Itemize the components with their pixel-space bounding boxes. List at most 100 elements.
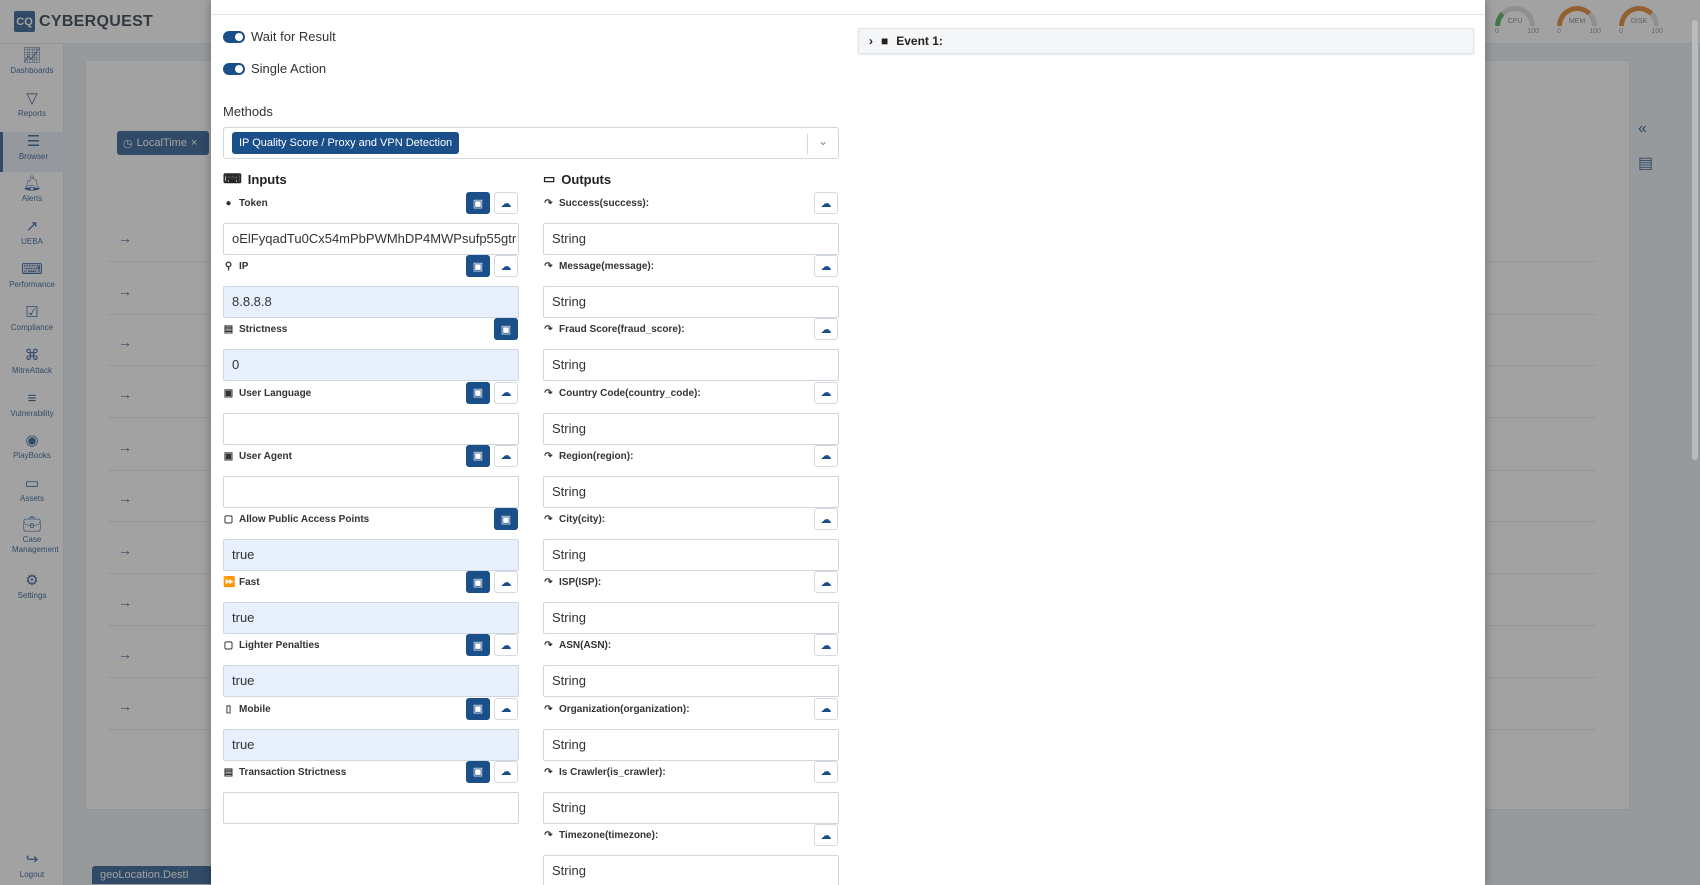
event-panel[interactable]: › ■ Event 1: bbox=[858, 28, 1474, 54]
output-field[interactable]: String bbox=[543, 665, 839, 698]
input-field[interactable]: true bbox=[223, 539, 519, 571]
camera-icon: ▣ bbox=[472, 639, 484, 652]
method-tag[interactable]: IP Quality Score / Proxy and VPN Detecti… bbox=[232, 132, 460, 154]
cloud-icon: ☁ bbox=[500, 387, 512, 400]
methods-select[interactable]: IP Quality Score / Proxy and VPN Detecti… bbox=[223, 127, 839, 159]
cloud-icon: ☁ bbox=[820, 513, 832, 526]
cloud-icon: ☁ bbox=[820, 197, 832, 210]
input-field[interactable] bbox=[223, 791, 519, 824]
camera-button[interactable]: ▣ bbox=[466, 381, 490, 404]
camera-button[interactable]: ▣ bbox=[494, 508, 518, 530]
output-field[interactable]: String bbox=[543, 728, 839, 761]
cloud-button[interactable]: ☁ bbox=[814, 508, 838, 530]
output-field[interactable]: String bbox=[543, 475, 839, 508]
output-label: ↷ Is Crawler(is_crawler): bbox=[544, 766, 666, 778]
camera-icon: ▣ bbox=[472, 766, 484, 779]
cloud-icon: ☁ bbox=[500, 639, 512, 652]
output-field[interactable]: String bbox=[543, 855, 839, 885]
input-label: ▣ User Language bbox=[223, 387, 312, 399]
camera-button[interactable]: ▣ bbox=[466, 634, 490, 657]
cloud-button[interactable]: ☁ bbox=[494, 571, 518, 594]
input-field[interactable]: true bbox=[223, 665, 519, 698]
cloud-icon: ☁ bbox=[500, 766, 512, 779]
link-icon: ↷ bbox=[544, 830, 553, 841]
input-label: ▤ Transaction Strictness bbox=[223, 766, 347, 778]
output-field[interactable]: String bbox=[543, 791, 839, 824]
cloud-button[interactable]: ☁ bbox=[814, 824, 838, 846]
input-field[interactable] bbox=[223, 412, 519, 445]
single-action-toggle[interactable]: Single Action bbox=[223, 61, 326, 76]
cloud-button[interactable]: ☁ bbox=[814, 192, 838, 214]
camera-button[interactable]: ▣ bbox=[466, 760, 490, 783]
camera-button[interactable]: ▣ bbox=[466, 444, 490, 467]
input-label: ▯ Mobile bbox=[223, 704, 271, 715]
camera-icon: ▣ bbox=[500, 323, 512, 336]
output-label: ↷ City(city): bbox=[544, 514, 606, 525]
chevron-right-icon[interactable]: › bbox=[869, 34, 873, 48]
chevron-down-icon[interactable]: ⌄ bbox=[818, 134, 828, 148]
input-field[interactable]: 0 bbox=[223, 349, 519, 382]
output-field[interactable]: String bbox=[543, 223, 839, 255]
cloud-icon: ☁ bbox=[820, 639, 832, 652]
cloud-button[interactable]: ☁ bbox=[494, 444, 518, 467]
camera-button[interactable]: ▣ bbox=[466, 697, 490, 720]
cloud-button[interactable]: ☁ bbox=[814, 760, 838, 783]
cloud-button[interactable]: ☁ bbox=[814, 255, 838, 278]
toggle-switch[interactable] bbox=[223, 62, 245, 75]
input-label: ▣ User Agent bbox=[223, 450, 292, 462]
link-icon: ↷ bbox=[544, 703, 553, 715]
cloud-button[interactable]: ☁ bbox=[494, 697, 518, 720]
cloud-button[interactable]: ☁ bbox=[814, 697, 838, 720]
cloud-button[interactable]: ☁ bbox=[814, 634, 838, 657]
cloud-button[interactable]: ☁ bbox=[494, 760, 518, 783]
cloud-button[interactable]: ☁ bbox=[494, 381, 518, 404]
output-field[interactable]: String bbox=[543, 539, 839, 571]
input-label: ⚲ IP bbox=[224, 261, 249, 273]
cloud-button[interactable]: ☁ bbox=[494, 634, 518, 657]
camera-button[interactable]: ▣ bbox=[494, 318, 518, 341]
methods-label: Methods bbox=[223, 104, 273, 119]
cloud-icon: ☁ bbox=[500, 450, 512, 463]
checkbox-icon: ▢ bbox=[223, 640, 234, 652]
output-field[interactable]: String bbox=[543, 412, 839, 445]
wait-for-result-toggle[interactable]: Wait for Result bbox=[223, 29, 336, 44]
user-circle-icon: ● bbox=[225, 198, 232, 209]
cloud-icon: ☁ bbox=[820, 387, 832, 400]
cloud-button[interactable]: ☁ bbox=[494, 255, 518, 278]
cloud-button[interactable]: ☁ bbox=[814, 444, 838, 467]
lock-icon: ▢ bbox=[223, 514, 234, 525]
cloud-button[interactable]: ☁ bbox=[814, 318, 838, 341]
action-modal: Wait for Result Single Action Methods IP… bbox=[211, 0, 1485, 885]
output-label: ↷ Success(success): bbox=[544, 198, 650, 209]
cloud-button[interactable]: ☁ bbox=[814, 381, 838, 404]
input-field[interactable]: true bbox=[223, 728, 519, 761]
input-field[interactable] bbox=[223, 475, 519, 508]
output-field[interactable]: String bbox=[543, 286, 839, 319]
scrollbar[interactable] bbox=[1692, 20, 1698, 460]
camera-button[interactable]: ▣ bbox=[466, 571, 490, 594]
cloud-button[interactable]: ☁ bbox=[814, 571, 838, 594]
language-icon: ▣ bbox=[223, 387, 234, 399]
input-field[interactable]: 8.8.8.8 bbox=[223, 286, 519, 319]
link-icon: ↷ bbox=[544, 450, 553, 462]
link-icon: ↷ bbox=[544, 766, 553, 778]
input-field[interactable]: oElFyqadTu0Cx54mPbPWMhDP4MWPsufp55gtr bbox=[223, 223, 519, 255]
output-label: ↷ Organization(organization): bbox=[544, 703, 690, 715]
output-field[interactable]: String bbox=[543, 349, 839, 382]
camera-button[interactable]: ▣ bbox=[466, 255, 490, 278]
inputs-heading: ⌨ Inputs bbox=[223, 171, 287, 187]
divider bbox=[211, 14, 1485, 15]
cloud-button[interactable]: ☁ bbox=[494, 192, 518, 214]
cloud-icon: ☁ bbox=[820, 576, 832, 589]
output-field[interactable]: String bbox=[543, 602, 839, 635]
camera-icon: ▣ bbox=[472, 450, 484, 463]
cloud-icon: ☁ bbox=[820, 323, 832, 336]
toggle-switch[interactable] bbox=[223, 30, 245, 43]
output-label: ↷ ASN(ASN): bbox=[544, 640, 612, 652]
link-icon: ↷ bbox=[544, 324, 553, 336]
link-icon: ↷ bbox=[544, 577, 553, 589]
input-field[interactable]: true bbox=[223, 602, 519, 635]
camera-button[interactable]: ▣ bbox=[466, 192, 490, 214]
output-label: ↷ ISP(ISP): bbox=[544, 577, 602, 589]
output-label: ↷ Timezone(timezone): bbox=[544, 830, 659, 841]
